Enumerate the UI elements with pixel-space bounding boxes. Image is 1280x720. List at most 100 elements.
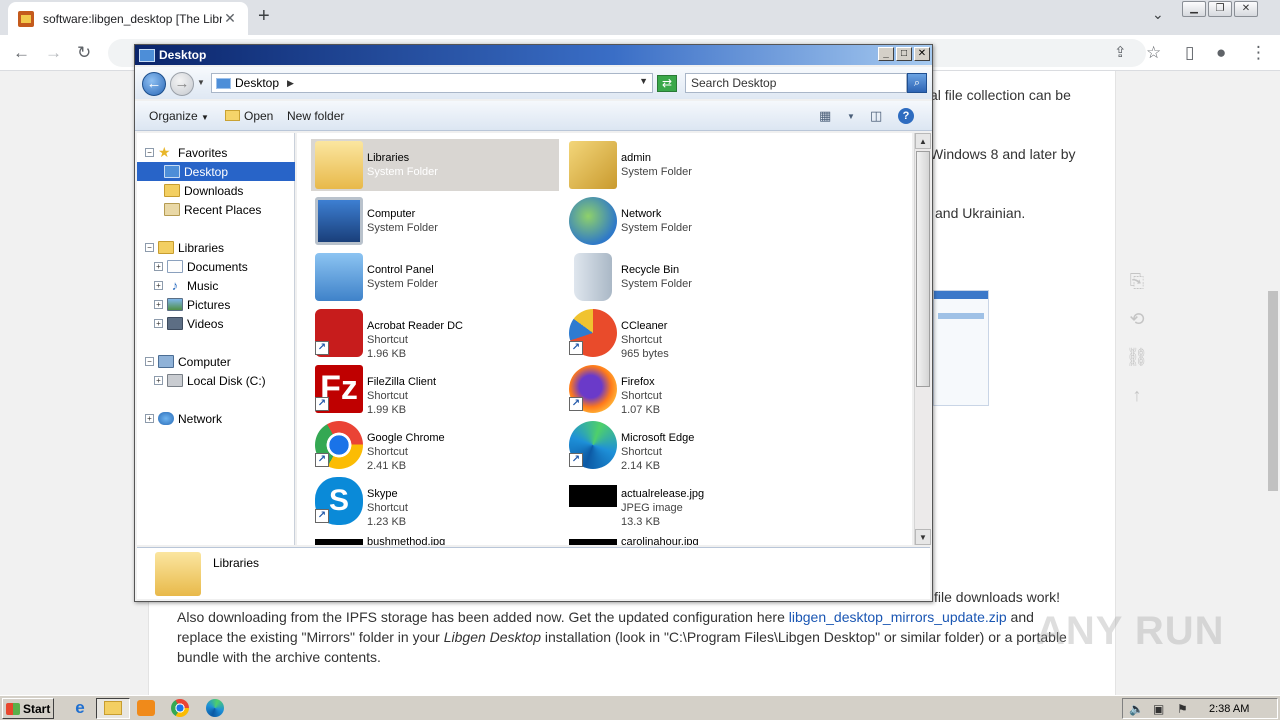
screenshot-thumbnail[interactable] <box>933 290 989 406</box>
file-item-filezilla[interactable]: Fz ↗ FileZilla Client Shortcut 1.99 KB <box>311 363 559 416</box>
file-item-network[interactable]: Network System Folder <box>565 195 813 247</box>
nav-computer[interactable]: − Computer <box>137 352 295 371</box>
jpeg-thumbnail-icon <box>569 485 617 507</box>
reload-icon[interactable]: ↻ <box>77 43 91 63</box>
file-item-carolinahour[interactable]: carolinahour.jpg <box>565 531 813 545</box>
file-item-acrobat[interactable]: ↗ Acrobat Reader DC Shortcut 1.96 KB <box>311 307 559 360</box>
file-item-microsoft-edge[interactable]: ↗ Microsoft Edge Shortcut 2.14 KB <box>565 419 813 472</box>
address-dropdown-icon[interactable]: ▼ <box>639 76 648 86</box>
expand-icon[interactable]: + <box>154 281 163 290</box>
share-icon[interactable]: ⇪ <box>1114 43 1127 61</box>
tab-search-chevron-icon[interactable]: ⌄ <box>1152 6 1164 23</box>
menu-kebab-icon[interactable]: ⋮ <box>1250 43 1267 63</box>
collapse-icon[interactable]: − <box>145 243 154 252</box>
explorer-titlebar[interactable]: Desktop _ □ ✕ <box>135 45 932 65</box>
nav-music[interactable]: + ♪ Music <box>137 276 295 295</box>
file-item-google-chrome[interactable]: ↗ Google Chrome Shortcut 2.41 KB <box>311 419 559 472</box>
file-item-recycle-bin[interactable]: Recycle Bin System Folder <box>565 251 813 303</box>
scroll-up-arrow-icon[interactable]: ▲ <box>915 133 931 149</box>
profile-avatar-icon[interactable]: ● <box>1216 43 1226 63</box>
tab-close-icon[interactable]: ✕ <box>222 10 238 27</box>
file-type: Shortcut <box>367 446 408 458</box>
link-icon[interactable]: ⛓ <box>1125 347 1149 385</box>
breadcrumb-chevron-icon[interactable]: ▶ <box>287 78 294 89</box>
page-scrollbar[interactable] <box>1266 71 1280 695</box>
explorer-maximize-button[interactable]: □ <box>896 47 912 61</box>
view-options-icon[interactable]: ▦ <box>819 108 831 124</box>
shortcut-arrow-icon: ↗ <box>569 453 583 467</box>
forward-arrow-icon[interactable]: → <box>45 43 62 63</box>
nav-favorites[interactable]: − ★ Favorites <box>137 143 295 162</box>
nav-downloads[interactable]: Downloads <box>137 181 295 200</box>
paragraph-line: replace the existing "Mirrors" folder in… <box>177 627 1092 647</box>
file-item-firefox[interactable]: ↗ Firefox Shortcut 1.07 KB <box>565 363 813 416</box>
history-icon[interactable]: ⟲ <box>1125 309 1149 347</box>
close-button[interactable]: ✕ <box>1234 1 1258 17</box>
explorer-address-box[interactable]: Desktop ▶ ▼ <box>211 73 653 93</box>
expand-icon[interactable]: + <box>154 376 163 385</box>
file-pane-scrollbar[interactable]: ▲ ▼ <box>914 133 931 545</box>
expand-icon[interactable]: + <box>154 300 163 309</box>
edge-icon[interactable] <box>206 699 224 717</box>
nav-network[interactable]: + Network <box>137 409 295 428</box>
file-item-admin[interactable]: admin System Folder <box>565 139 813 191</box>
network-tray-icon[interactable]: ▣ <box>1153 702 1164 716</box>
file-item-bushmethod[interactable]: bushmethod.jpg <box>311 531 559 545</box>
action-center-flag-icon[interactable]: ⚑ <box>1177 702 1188 716</box>
nav-local-disk[interactable]: + Local Disk (C:) <box>137 371 295 390</box>
file-item-ccleaner[interactable]: ↗ CCleaner Shortcut 965 bytes <box>565 307 813 360</box>
internet-explorer-icon[interactable]: e <box>70 699 90 717</box>
preview-pane-icon[interactable]: ◫ <box>870 108 882 124</box>
collapse-icon[interactable]: − <box>145 148 154 157</box>
nav-desktop[interactable]: Desktop <box>137 162 295 181</box>
file-item-control-panel[interactable]: Control Panel System Folder <box>311 251 559 303</box>
file-item-skype[interactable]: S ↗ Skype Shortcut 1.23 KB <box>311 475 559 528</box>
side-panel-icon[interactable]: ▯ <box>1185 43 1194 63</box>
expand-icon[interactable]: + <box>145 414 154 423</box>
nav-documents[interactable]: + Documents <box>137 257 295 276</box>
collapse-icon[interactable]: − <box>145 357 154 366</box>
search-input[interactable]: Search Desktop <box>685 73 907 93</box>
back-button[interactable]: ← <box>142 72 166 96</box>
file-item-actualrelease[interactable]: actualrelease.jpg JPEG image 13.3 KB <box>565 475 813 528</box>
scroll-down-arrow-icon[interactable]: ▼ <box>915 529 931 545</box>
restore-button[interactable]: ❐ <box>1208 1 1232 17</box>
file-item-libraries[interactable]: Libraries System Folder <box>311 139 559 191</box>
browser-tab[interactable]: software:libgen_desktop [The Librar ✕ <box>8 2 248 35</box>
shortcut-arrow-icon: ↗ <box>315 341 329 355</box>
back-to-top-icon[interactable]: ↑ <box>1125 385 1149 423</box>
recent-pages-chevron-icon[interactable]: ▼ <box>197 78 205 87</box>
organize-button[interactable]: Organize ▼ <box>149 109 209 123</box>
start-button[interactable]: Start <box>2 698 54 719</box>
expand-icon[interactable]: + <box>154 262 163 271</box>
chrome-icon[interactable] <box>171 699 189 717</box>
nav-recent-places[interactable]: Recent Places <box>137 200 295 219</box>
nav-pictures[interactable]: + Pictures <box>137 295 295 314</box>
search-icon[interactable]: ⌕ <box>907 73 927 93</box>
help-icon[interactable]: ? <box>898 108 914 124</box>
paragraph-text: Also downloading from the IPFS storage h… <box>177 609 789 625</box>
export-icon[interactable]: ⎘ <box>1125 271 1149 309</box>
explorer-minimize-button[interactable]: _ <box>878 47 894 61</box>
page-scrollbar-thumb[interactable] <box>1268 291 1278 491</box>
new-tab-button[interactable]: + <box>258 5 270 28</box>
forward-button[interactable]: → <box>170 72 194 96</box>
anyrun-watermark: ANY RUN <box>1036 609 1225 653</box>
jpeg-thumbnail-icon <box>315 539 363 545</box>
file-pane-scroll-thumb[interactable] <box>916 151 930 387</box>
volume-icon[interactable]: 🔈 <box>1129 702 1144 716</box>
new-folder-button[interactable]: New folder <box>287 109 344 123</box>
open-button[interactable]: Open <box>225 109 273 123</box>
mirrors-update-link[interactable]: libgen_desktop_mirrors_update.zip <box>789 609 1007 625</box>
view-dropdown-icon[interactable]: ▼ <box>847 112 855 121</box>
media-player-icon[interactable] <box>137 700 155 716</box>
nav-videos[interactable]: + Videos <box>137 314 295 333</box>
nav-libraries[interactable]: − Libraries <box>137 238 295 257</box>
explorer-close-button[interactable]: ✕ <box>914 47 930 61</box>
minimize-button[interactable]: ▁ <box>1182 1 1206 17</box>
refresh-button[interactable]: ⇄ <box>657 75 677 92</box>
expand-icon[interactable]: + <box>154 319 163 328</box>
file-item-computer[interactable]: Computer System Folder <box>311 195 559 247</box>
bookmark-star-icon[interactable]: ☆ <box>1146 43 1161 63</box>
back-arrow-icon[interactable]: ← <box>13 43 30 63</box>
